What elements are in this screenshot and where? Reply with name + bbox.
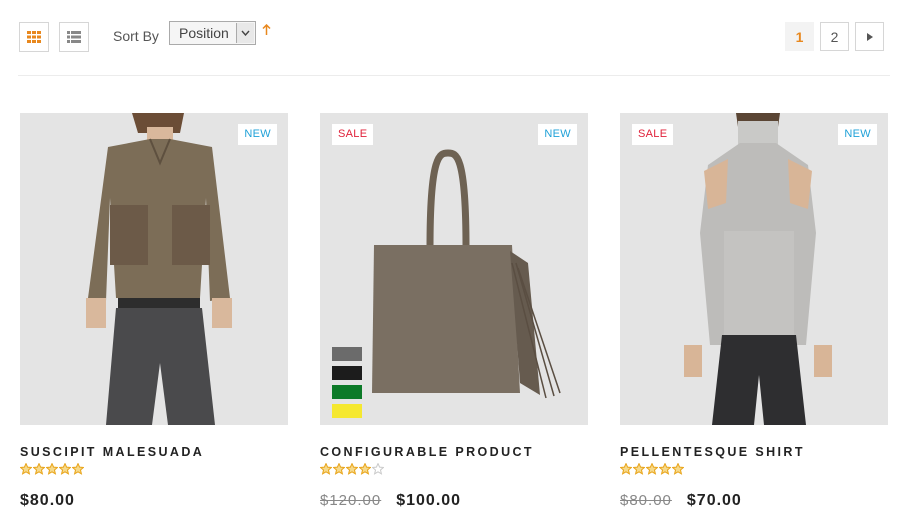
arrow-up-icon[interactable] xyxy=(262,23,271,39)
swatch-black[interactable] xyxy=(332,366,362,380)
swatch-yellow[interactable] xyxy=(332,404,362,418)
star-icon xyxy=(646,463,658,475)
sort-selected-value: Position xyxy=(179,25,229,41)
old-price: $120.00 xyxy=(320,492,382,509)
color-swatches xyxy=(332,347,362,423)
star-icon xyxy=(33,463,45,475)
new-badge: NEW xyxy=(538,124,577,145)
product-price-box: $80.00 $70.00 xyxy=(620,492,888,510)
page-2-button[interactable]: 2 xyxy=(820,22,849,51)
product-card: SALE NEW Pellentesque Shirt $80.00 $70.0… xyxy=(620,113,888,510)
caret-right-icon xyxy=(866,32,873,41)
list-view-button[interactable] xyxy=(59,22,89,52)
star-icon xyxy=(333,463,345,475)
product-name[interactable]: Configurable Product xyxy=(320,445,588,461)
grid-view-button[interactable] xyxy=(19,22,49,52)
star-icon xyxy=(633,463,645,475)
old-price: $80.00 xyxy=(620,492,672,509)
list-view-icon xyxy=(67,31,81,43)
sale-badge: SALE xyxy=(632,124,674,145)
star-icon xyxy=(320,463,332,475)
star-icon xyxy=(20,463,32,475)
product-card: SALE NEW Configurable Product $120.00 $1… xyxy=(320,113,588,510)
rating-stars xyxy=(20,463,288,477)
new-badge: NEW xyxy=(238,124,277,145)
jacket-model-image xyxy=(20,113,288,425)
product-grid: NEW Suscipit Malesuada $80.00 SALE NEW xyxy=(20,113,888,527)
rating-stars xyxy=(620,463,888,477)
pagination: 1 2 xyxy=(785,22,884,51)
star-icon xyxy=(59,463,71,475)
page-1-button[interactable]: 1 xyxy=(785,22,814,51)
sort-by-select[interactable]: Position xyxy=(169,21,256,45)
chevron-down-icon xyxy=(236,23,254,43)
grid-view-icon xyxy=(27,31,41,43)
star-icon xyxy=(72,463,84,475)
swatch-gray[interactable] xyxy=(332,347,362,361)
product-price-box: $120.00 $100.00 xyxy=(320,492,588,510)
rating-stars xyxy=(320,463,588,477)
product-image[interactable]: SALE NEW xyxy=(320,113,588,425)
product-name[interactable]: Pellentesque Shirt xyxy=(620,445,888,461)
star-icon xyxy=(672,463,684,475)
product-card: NEW Suscipit Malesuada $80.00 xyxy=(20,113,288,510)
product-price: $80.00 xyxy=(20,492,75,509)
star-icon xyxy=(372,463,384,475)
turtleneck-model-image xyxy=(620,113,888,425)
star-icon xyxy=(359,463,371,475)
star-icon xyxy=(346,463,358,475)
swatch-green[interactable] xyxy=(332,385,362,399)
sale-badge: SALE xyxy=(332,124,374,145)
product-price: $100.00 xyxy=(396,492,462,509)
sort-by-label: Sort By xyxy=(113,28,159,44)
new-badge: NEW xyxy=(838,124,877,145)
product-toolbar: Sort By Position 1 2 xyxy=(18,0,890,76)
product-image[interactable]: SALE NEW xyxy=(620,113,888,425)
product-image[interactable]: NEW xyxy=(20,113,288,425)
product-price: $70.00 xyxy=(686,492,742,509)
next-page-button[interactable] xyxy=(855,22,884,51)
star-icon xyxy=(659,463,671,475)
star-icon xyxy=(620,463,632,475)
product-price-box: $80.00 xyxy=(20,492,288,510)
star-icon xyxy=(46,463,58,475)
product-name[interactable]: Suscipit Malesuada xyxy=(20,445,288,461)
